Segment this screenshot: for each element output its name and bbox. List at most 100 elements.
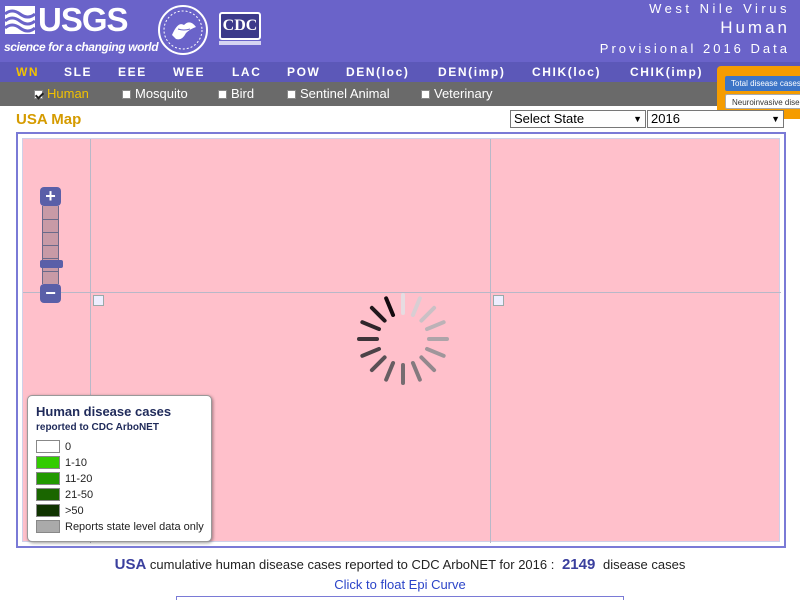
sentinel-animal-checkbox[interactable]: [287, 89, 296, 99]
map-frame: + − Human disease cases reported to CDC: [16, 132, 786, 548]
legend-entry: 1-10: [36, 455, 87, 470]
spinner-bar: [369, 305, 387, 323]
legend-title: Human disease cases: [36, 404, 172, 419]
nav-item-chik-imp[interactable]: CHIK(imp): [630, 62, 703, 82]
usgs-tagline: science for a changing world: [4, 40, 159, 54]
zoom-slider[interactable]: [40, 206, 63, 284]
legend-swatch: [36, 488, 60, 501]
cdc-logo-subtitle: [219, 41, 261, 45]
usgs-logo[interactable]: USGS science for a changing world: [4, 1, 159, 56]
epi-curve-link[interactable]: Click to float Epi Curve: [0, 577, 800, 592]
nav-item-sle[interactable]: SLE: [64, 62, 92, 82]
legend-entry: >50: [36, 503, 84, 518]
map-canvas[interactable]: + − Human disease cases reported to CDC: [22, 138, 781, 543]
legend-label: >50: [65, 504, 84, 517]
nav-item-wee[interactable]: WEE: [173, 62, 205, 82]
state-select-value: Select State: [514, 111, 585, 126]
legend-subtitle: reported to CDC ArboNET: [36, 422, 159, 433]
year-select[interactable]: 2016 ▼: [647, 110, 784, 128]
veterinary-checkbox[interactable]: [421, 89, 430, 99]
page-title-block: West Nile Virus Human Provisional 2016 D…: [600, 0, 790, 56]
nav-item-chik-loc[interactable]: CHIK(loc): [532, 62, 601, 82]
spinner-bar: [384, 361, 396, 382]
subnav-item-label: Mosquito: [135, 86, 188, 101]
zoom-in-button[interactable]: +: [40, 187, 61, 206]
virus-title: West Nile Virus: [649, 1, 790, 16]
legend-swatch: [36, 472, 60, 485]
subnav-item-mosquito[interactable]: Mosquito: [122, 82, 188, 106]
subnav-item-veterinary[interactable]: Veterinary: [421, 82, 493, 106]
legend-entry: 0: [36, 439, 71, 454]
nav-item-wn[interactable]: WN: [16, 62, 39, 82]
bird-checkbox[interactable]: [218, 89, 227, 99]
zoom-tick: [43, 245, 58, 246]
cdc-logo-text: CDC: [219, 12, 261, 40]
map-legend: Human disease cases reported to CDC Arbo…: [27, 395, 212, 542]
subnav-item-label: Veterinary: [434, 86, 493, 101]
map-tile-border: [490, 139, 491, 543]
subnav-item-bird[interactable]: Bird: [218, 82, 254, 106]
state-select[interactable]: Select State ▼: [510, 110, 646, 128]
zoom-out-button[interactable]: −: [40, 284, 61, 303]
legend-entry: 21-50: [36, 487, 93, 502]
usgs-wave-icon: [4, 6, 36, 34]
subnav-item-label: Sentinel Animal: [300, 86, 390, 101]
spinner-bar: [419, 355, 437, 373]
legend-swatch: [36, 440, 60, 453]
spinner-bar: [384, 296, 396, 317]
popup-option-total[interactable]: Total disease cases: [725, 76, 800, 91]
zoom-tick: [43, 271, 58, 272]
year-select-value: 2016: [651, 111, 680, 126]
spinner-bar: [360, 320, 381, 332]
legend-label: Reports state level data only: [65, 520, 204, 533]
mosquito-checkbox[interactable]: [122, 89, 131, 99]
zoom-tick: [43, 219, 58, 220]
subnav-item-label: Bird: [231, 86, 255, 101]
spinner-bar: [360, 346, 381, 358]
nav-item-den-imp[interactable]: DEN(imp): [438, 62, 505, 82]
case-summary: USA cumulative human disease cases repor…: [0, 556, 800, 573]
legend-swatch: [36, 456, 60, 469]
spinner-bar: [425, 346, 446, 358]
cdc-logo[interactable]: CDC: [219, 12, 263, 48]
chevron-down-icon: ▼: [633, 114, 642, 124]
legend-label: 1-10: [65, 456, 88, 469]
nav-item-eee[interactable]: EEE: [118, 62, 147, 82]
subnav-item-human[interactable]: Human: [34, 82, 89, 106]
zoom-tick: [43, 258, 58, 259]
popup-option-neuroinvasive[interactable]: Neuroinvasive disease: [725, 94, 800, 109]
summary-region: USA: [114, 556, 147, 573]
data-status-title: Provisional 2016 Data: [599, 41, 790, 56]
nav-item-pow[interactable]: POW: [287, 62, 320, 82]
data-type-bar: Human Mosquito Bird Sentinel Animal Vete…: [0, 82, 800, 106]
header-banner: USGS science for a changing world CDC We…: [0, 0, 800, 62]
legend-entry: 11-20: [36, 471, 92, 486]
legend-label: 0: [65, 440, 72, 453]
spinner-bar: [410, 361, 422, 382]
hhs-seal-icon[interactable]: [158, 5, 208, 55]
zoom-slider-handle[interactable]: [40, 260, 63, 268]
summary-text: cumulative human disease cases reported …: [149, 557, 555, 572]
nav-item-lac[interactable]: LAC: [232, 62, 261, 82]
zoom-control: + −: [40, 187, 63, 307]
page-root: USGS science for a changing world CDC We…: [0, 0, 800, 600]
epi-curve-panel-edge: [176, 596, 624, 600]
human-checkbox[interactable]: [34, 89, 43, 99]
chevron-down-icon: ▼: [771, 114, 780, 124]
nav-item-den-loc[interactable]: DEN(loc): [346, 62, 409, 82]
legend-label: 21-50: [65, 488, 94, 501]
broken-image-icon: [93, 295, 104, 306]
spinner-bar: [410, 296, 422, 317]
zoom-tick: [43, 232, 58, 233]
summary-unit: disease cases: [602, 557, 686, 572]
legend-label: 11-20: [65, 472, 93, 485]
legend-swatch: [36, 520, 60, 533]
spinner-bar: [419, 305, 437, 323]
map-title: USA Map: [16, 111, 82, 128]
spinner-bar: [425, 320, 446, 332]
spinner-bar: [369, 355, 387, 373]
usgs-logo-text: USGS: [38, 1, 129, 38]
host-title: Human: [720, 18, 790, 37]
subnav-item-label: Human: [47, 86, 89, 101]
subnav-item-sentinel-animal[interactable]: Sentinel Animal: [287, 82, 390, 106]
